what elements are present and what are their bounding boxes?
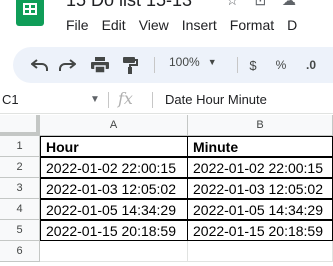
cell-b2[interactable]: 2022-01-02 22:00:15 — [187, 157, 333, 178]
document-title[interactable]: 15 Do list 15-13 — [66, 0, 192, 11]
decrease-decimal-button[interactable]: .0 — [301, 55, 321, 75]
formula-bar: C1 ▼ fx Date Hour Minute — [0, 86, 333, 114]
formula-divider — [152, 92, 153, 108]
cell-b5[interactable]: 2022-01-15 20:18:59 — [187, 220, 333, 241]
menu-insert[interactable]: Insert — [182, 17, 217, 33]
cell-b4[interactable]: 2022-01-05 14:34:29 — [187, 199, 333, 220]
percent-format-button[interactable]: % — [274, 55, 288, 75]
column-header-b[interactable]: B — [188, 115, 333, 136]
title-icons[interactable]: ☆ ⊡ ☁ — [226, 0, 302, 9]
cell-a4[interactable]: 2022-01-05 14:34:29 — [40, 199, 188, 220]
formula-input[interactable]: Date Hour Minute — [165, 92, 267, 107]
cell-b6[interactable] — [188, 241, 333, 262]
zoom-select[interactable]: 100% ▼ — [169, 55, 217, 69]
sheets-logo-icon[interactable] — [16, 0, 44, 26]
row-header-3[interactable]: 3 — [0, 178, 40, 199]
cell-b3[interactable]: 2022-01-03 12:05:02 — [187, 178, 333, 199]
fx-icon: fx — [118, 89, 133, 108]
sheet-grid: A B 1 2 3 4 5 6 Hour Minute 2022-01-02 2… — [0, 115, 333, 266]
menu-edit[interactable]: Edit — [102, 17, 126, 33]
toolbar: 100% ▼ $ % .0 — [13, 47, 333, 83]
redo-icon[interactable] — [57, 55, 77, 75]
cell-a5[interactable]: 2022-01-15 20:18:59 — [40, 220, 188, 241]
row-header-4[interactable]: 4 — [0, 199, 40, 220]
menu-format[interactable]: Format — [230, 17, 274, 33]
cell-a2[interactable]: 2022-01-02 22:00:15 — [40, 157, 188, 178]
menu-file[interactable]: File — [66, 17, 89, 33]
formula-divider — [108, 92, 109, 108]
column-header-a[interactable]: A — [40, 115, 188, 136]
menu-view[interactable]: View — [139, 17, 169, 33]
chevron-down-icon: ▼ — [207, 57, 217, 67]
name-box-dropdown-icon[interactable]: ▼ — [90, 94, 100, 105]
cell-a3[interactable]: 2022-01-03 12:05:02 — [40, 178, 188, 199]
name-box[interactable]: C1 — [2, 92, 19, 107]
toolbar-divider — [237, 57, 238, 73]
menu-data[interactable]: D — [287, 17, 297, 33]
cell-b1[interactable]: Minute — [187, 136, 333, 157]
undo-icon[interactable] — [30, 55, 50, 75]
select-all-corner[interactable] — [0, 115, 40, 136]
row-header-5[interactable]: 5 — [0, 220, 40, 241]
zoom-value: 100% — [169, 55, 200, 69]
toolbar-divider — [154, 57, 155, 73]
row-header-1[interactable]: 1 — [0, 136, 40, 157]
app-bar: 15 Do list 15-13 ☆ ⊡ ☁ File Edit View In… — [0, 0, 333, 44]
menu-bar: File Edit View Insert Format D — [66, 17, 310, 33]
currency-format-button[interactable]: $ — [246, 55, 260, 75]
paint-format-icon[interactable] — [120, 55, 140, 75]
print-icon[interactable] — [90, 55, 110, 75]
cell-a6[interactable] — [40, 241, 188, 262]
decrease-decimal-label: .0 — [305, 58, 316, 72]
cell-a1[interactable]: Hour — [40, 136, 188, 157]
row-header-2[interactable]: 2 — [0, 157, 40, 178]
row-header-6[interactable]: 6 — [0, 241, 40, 262]
